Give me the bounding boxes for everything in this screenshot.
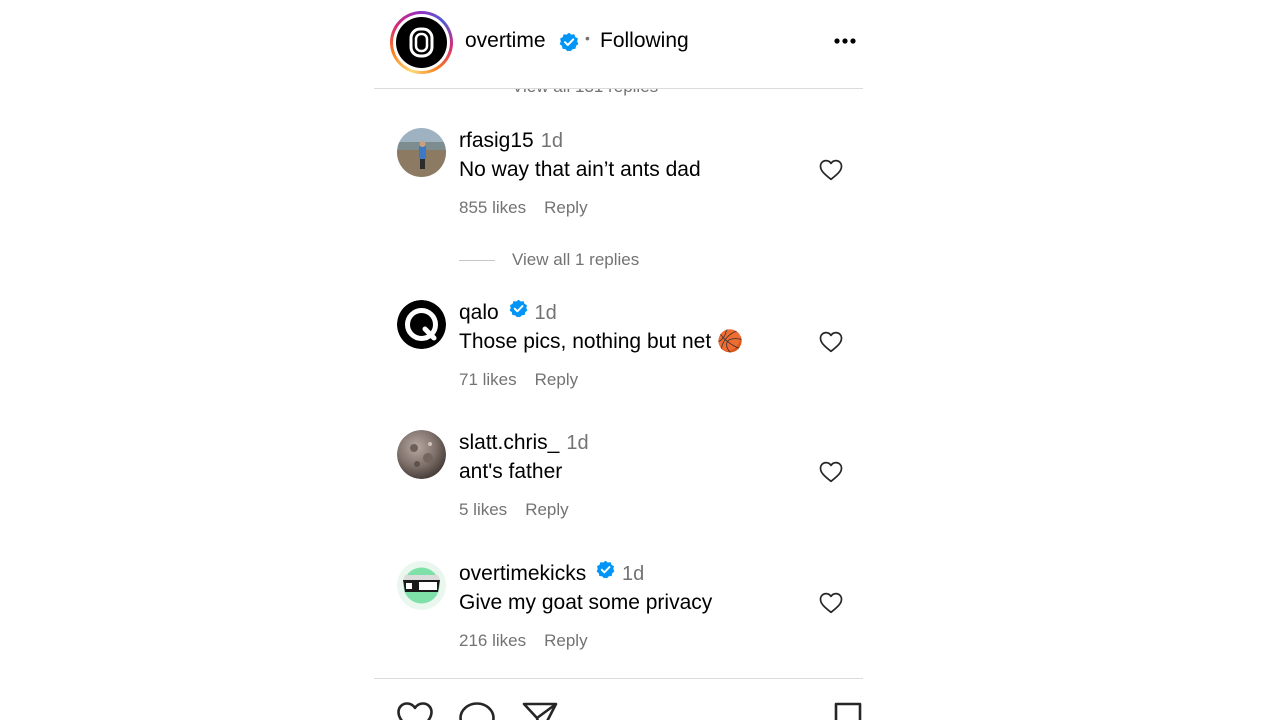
view-replies-link[interactable]: View all 1 replies xyxy=(512,250,639,270)
reply-button[interactable]: Reply xyxy=(525,500,568,519)
avatar[interactable] xyxy=(397,561,446,610)
avatar[interactable] xyxy=(396,17,447,68)
avatar[interactable] xyxy=(397,430,446,479)
comment-text: Give my goat some privacy xyxy=(459,591,713,614)
heart-icon[interactable] xyxy=(396,701,434,720)
comment-text: ant's father xyxy=(459,460,563,483)
actions-divider xyxy=(374,678,863,679)
comment-timestamp: 1d xyxy=(622,563,645,586)
comment-username[interactable]: qalo xyxy=(459,301,499,324)
comments-panel: View all 131 replies overtime • Followin… xyxy=(374,0,863,720)
heart-icon[interactable] xyxy=(819,331,843,353)
comment-username[interactable]: rfasig15 xyxy=(459,129,534,152)
comment-timestamp: 1d xyxy=(540,130,563,152)
like-count[interactable]: 216 likes xyxy=(459,631,526,650)
comment-text: No way that ain’t ants dad xyxy=(459,158,701,181)
like-count[interactable]: 5 likes xyxy=(459,500,507,519)
separator-dot: • xyxy=(585,30,590,46)
post-header: overtime • Following xyxy=(374,0,863,88)
like-count[interactable]: 71 likes xyxy=(459,370,517,389)
comment-timestamp: 1d xyxy=(534,302,557,325)
share-icon[interactable] xyxy=(521,701,559,720)
comment-timestamp: 1d xyxy=(566,432,589,454)
avatar[interactable] xyxy=(397,300,446,349)
reply-button[interactable]: Reply xyxy=(535,370,578,389)
heart-icon[interactable] xyxy=(819,159,843,181)
heart-icon[interactable] xyxy=(819,461,843,483)
header-username[interactable]: overtime xyxy=(465,29,546,53)
story-ring[interactable] xyxy=(390,11,453,74)
verified-badge-icon xyxy=(596,560,615,585)
bookmark-icon[interactable] xyxy=(833,701,863,720)
comment-icon[interactable] xyxy=(458,701,496,720)
more-options-icon[interactable] xyxy=(832,33,862,49)
following-button[interactable]: Following xyxy=(600,29,689,53)
comment-text: Those pics, nothing but net 🏀 xyxy=(459,330,744,353)
verified-badge-icon xyxy=(509,299,528,324)
comment-username[interactable]: slatt.chris_ xyxy=(459,431,559,454)
reply-button[interactable]: Reply xyxy=(544,631,587,650)
like-count[interactable]: 855 likes xyxy=(459,198,526,217)
reply-button[interactable]: Reply xyxy=(544,198,587,217)
avatar[interactable] xyxy=(397,128,446,177)
comment-username[interactable]: overtimekicks xyxy=(459,562,586,585)
replies-line xyxy=(459,260,495,261)
verified-badge-icon xyxy=(559,32,579,57)
header-divider xyxy=(374,88,863,89)
heart-icon[interactable] xyxy=(819,592,843,614)
